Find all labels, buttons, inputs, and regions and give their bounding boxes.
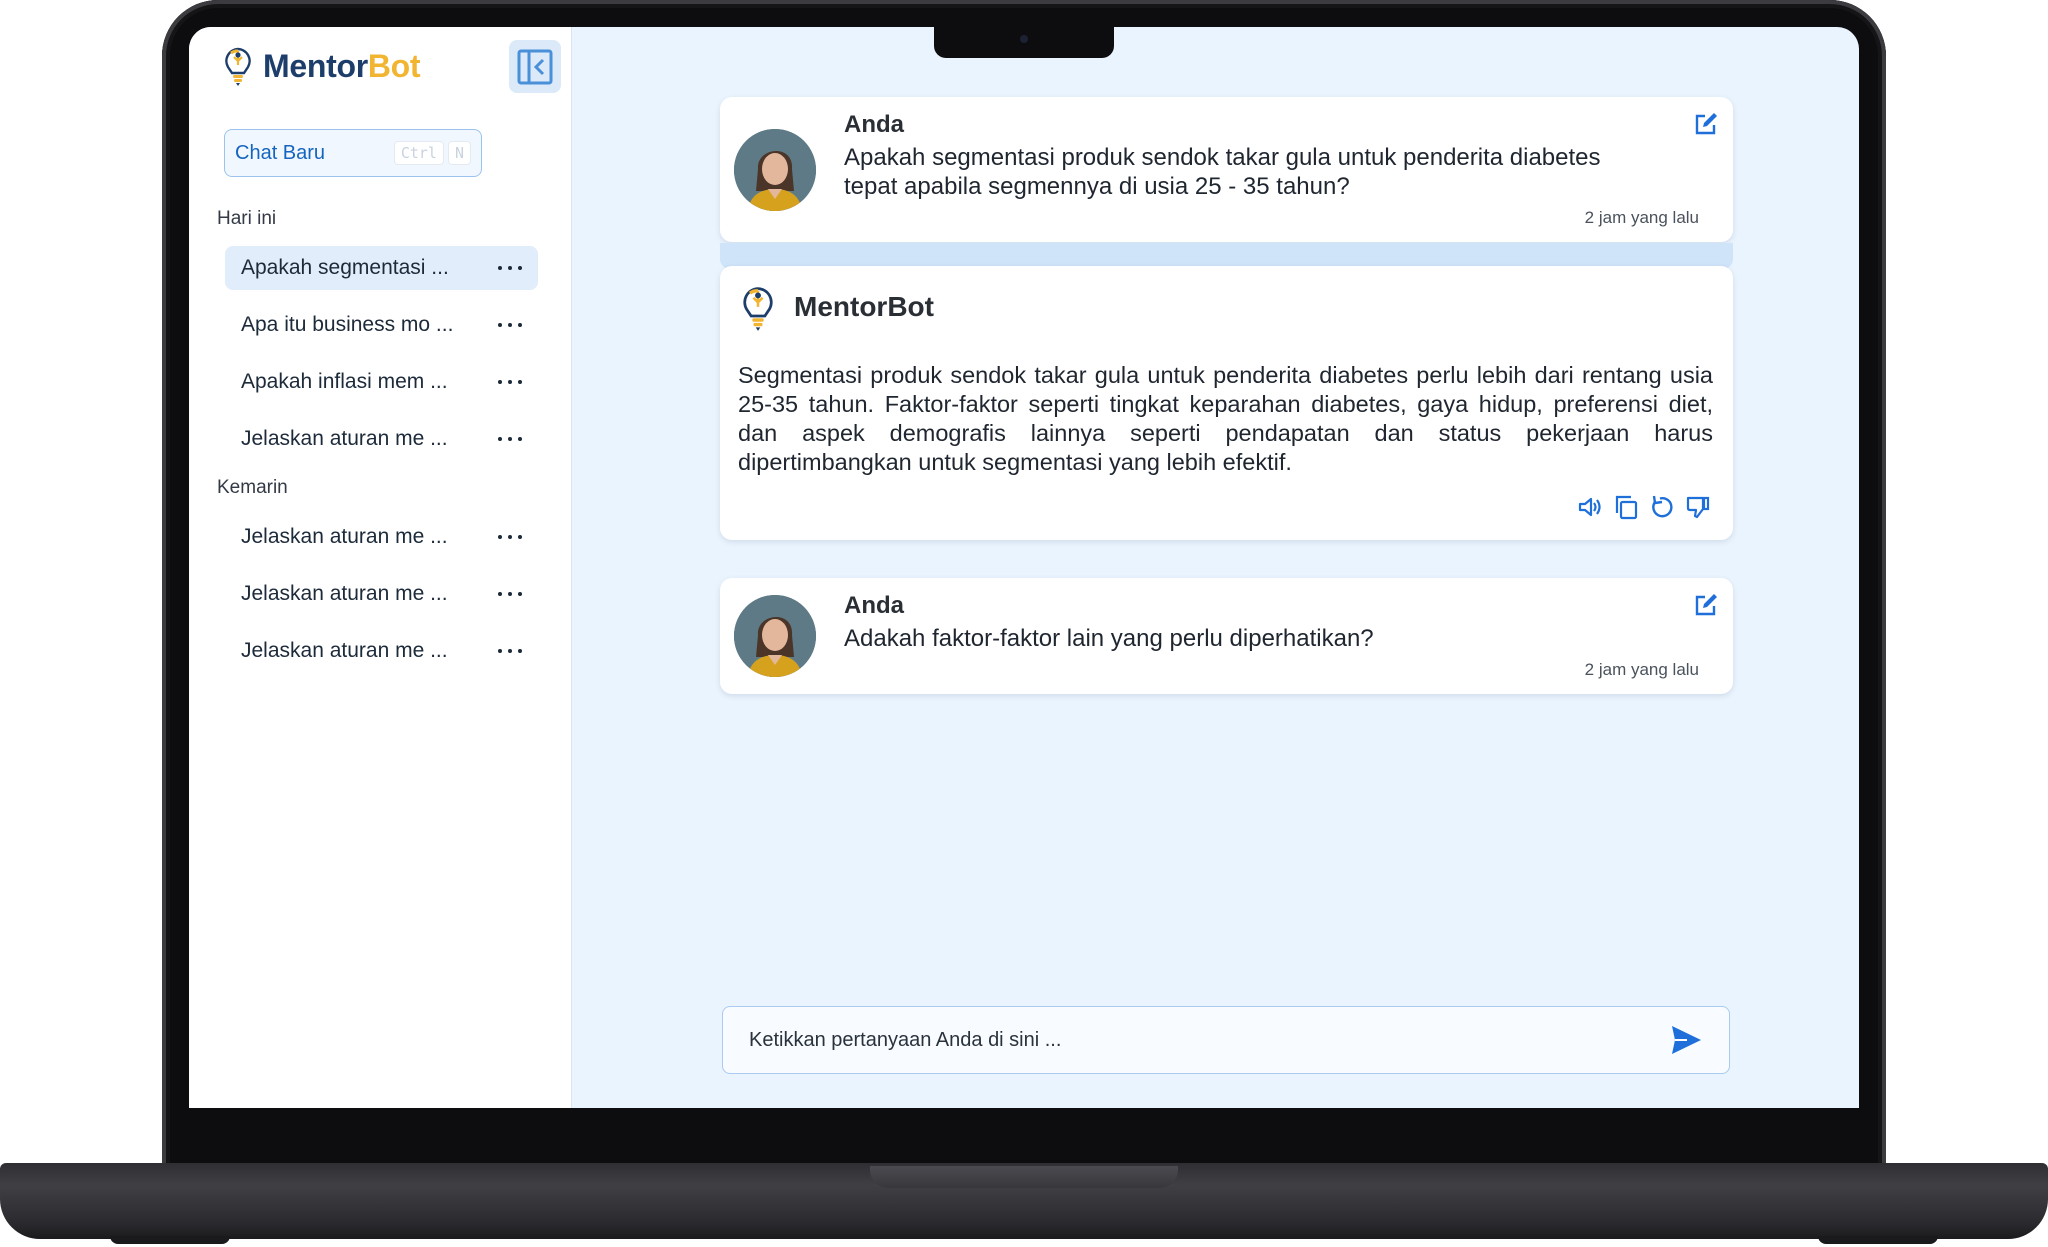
history-item-label: Jelaskan aturan me ... (241, 427, 448, 450)
regenerate-icon[interactable] (1649, 494, 1675, 520)
app-logo[interactable]: MentorBot (221, 45, 421, 87)
history-item[interactable]: Jelaskan aturan me ... (225, 629, 538, 673)
brand-name: MentorBot (263, 47, 421, 85)
question-input[interactable] (749, 1028, 1669, 1052)
bot-message-actions (1577, 494, 1711, 520)
history-item[interactable]: Apakah segmentasi ... (225, 246, 538, 290)
history-item[interactable]: Apakah inflasi mem ... (225, 360, 538, 404)
camera-icon (1020, 35, 1028, 43)
message-text-line2: tepat apabila segmennya di usia 25 - 35 … (844, 173, 1350, 200)
more-options-icon[interactable] (498, 266, 522, 270)
more-options-icon[interactable] (498, 592, 522, 596)
message-timestamp: 2 jam yang lalu (1584, 208, 1699, 227)
sidebar: MentorBot Chat Baru Ctrl N Hari ini Apak… (189, 27, 572, 1108)
speaker-icon[interactable] (1577, 494, 1603, 520)
history-item-label: Jelaskan aturan me ... (241, 639, 448, 662)
message-text-line1: Apakah segmentasi produk sendok takar gu… (844, 144, 1601, 171)
send-icon[interactable] (1669, 1023, 1703, 1057)
history-item[interactable]: Jelaskan aturan me ... (225, 572, 538, 616)
brand-name-part1: Mentor (263, 47, 368, 84)
more-options-icon[interactable] (498, 380, 522, 384)
more-options-icon[interactable] (498, 437, 522, 441)
user-message-card: Anda Adakah faktor-faktor lain yang perl… (720, 578, 1733, 694)
camera-notch (934, 27, 1114, 58)
mentorbot-logo-icon (743, 287, 773, 331)
bot-sender-name: MentorBot (794, 291, 934, 322)
shortcut-key-n: N (447, 141, 471, 165)
history-item[interactable]: Jelaskan aturan me ... (225, 515, 538, 559)
brand-name-part2: Bot (367, 47, 421, 84)
history-item-label: Jelaskan aturan me ... (241, 525, 448, 548)
bot-message-card: MentorBot Segmentasi produk sendok takar… (720, 266, 1733, 540)
history-item-label: Apa itu business mo ... (241, 313, 454, 336)
shortcut-key-ctrl: Ctrl (393, 141, 444, 165)
message-text-line1: Adakah faktor-faktor lain yang perlu dip… (844, 625, 1374, 652)
message-sender: Anda (844, 592, 904, 619)
laptop-base-notch (870, 1166, 1178, 1188)
sidebar-collapse-icon (517, 49, 553, 84)
message-sender: Anda (844, 111, 904, 138)
user-avatar (734, 595, 816, 677)
more-options-icon[interactable] (498, 535, 522, 539)
bot-message-text: Segmentasi produk sendok takar gula untu… (738, 362, 1713, 475)
thumbs-down-icon[interactable] (1685, 494, 1711, 520)
edit-icon[interactable] (1693, 111, 1719, 137)
app-screen: MentorBot Chat Baru Ctrl N Hari ini Apak… (189, 27, 1859, 1108)
history-item[interactable]: Jelaskan aturan me ... (225, 417, 538, 461)
user-avatar-photo-icon (734, 595, 816, 677)
history-item-label: Apakah inflasi mem ... (241, 370, 448, 393)
more-options-icon[interactable] (498, 323, 522, 327)
user-avatar-photo-icon (734, 129, 816, 211)
history-item[interactable]: Apa itu business mo ... (225, 303, 538, 347)
more-options-icon[interactable] (498, 649, 522, 653)
keyboard-shortcut: Ctrl N (393, 141, 471, 165)
user-message-card: Anda Apakah segmentasi produk sendok tak… (720, 97, 1733, 242)
message-timestamp: 2 jam yang lalu (1584, 660, 1699, 679)
collapse-sidebar-button[interactable] (509, 40, 561, 93)
new-chat-button[interactable]: Chat Baru Ctrl N (224, 129, 482, 177)
history-item-label: Apakah segmentasi ... (241, 256, 449, 279)
history-item-label: Jelaskan aturan me ... (241, 582, 448, 605)
laptop-foot-left (110, 1236, 230, 1244)
message-composer (722, 1006, 1730, 1074)
laptop-foot-right (1818, 1236, 1938, 1244)
new-chat-label: Chat Baru (235, 141, 326, 164)
section-label-yesterday: Kemarin (217, 477, 288, 498)
lightbulb-logo-icon (225, 47, 251, 86)
user-avatar (734, 129, 816, 211)
copy-icon[interactable] (1613, 494, 1639, 520)
section-label-today: Hari ini (217, 208, 277, 229)
edit-icon[interactable] (1693, 592, 1719, 618)
